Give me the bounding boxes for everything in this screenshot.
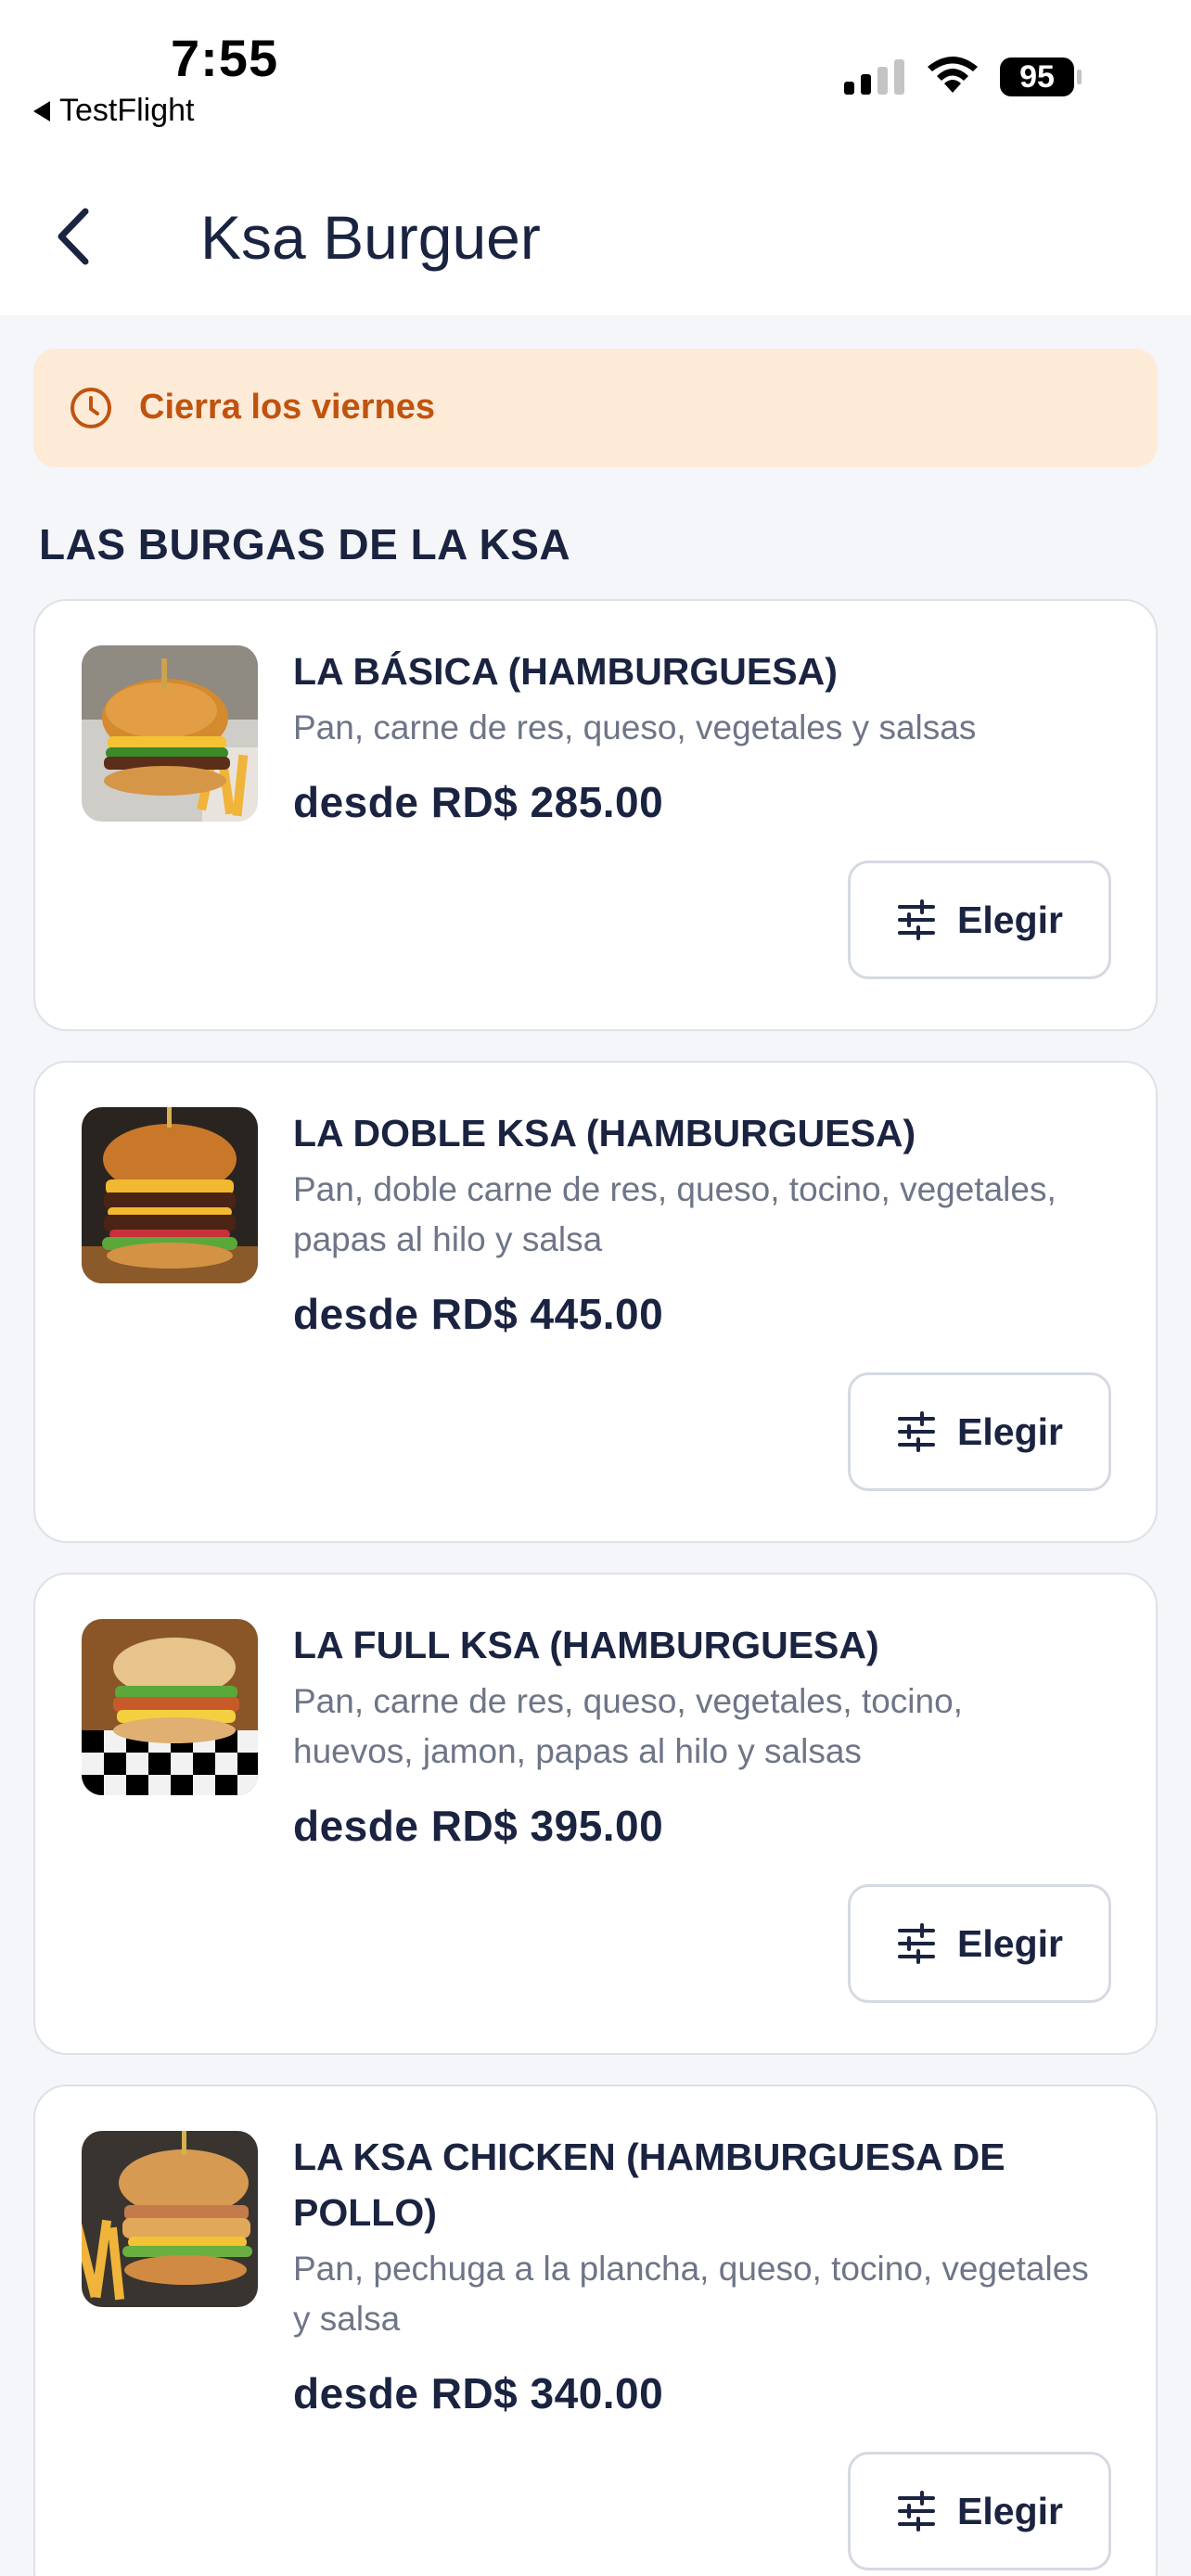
- product-price: desde RD$ 340.00: [293, 2369, 664, 2417]
- wifi-icon: [928, 57, 978, 93]
- product-card[interactable]: LA DOBLE KSA (HAMBURGUESA) Pan, doble ca…: [33, 1061, 1158, 1543]
- back-chevron-icon[interactable]: [45, 204, 104, 269]
- product-description: Pan, pechuga a la plancha, queso, tocino…: [293, 2250, 1089, 2338]
- product-image: [82, 2131, 258, 2307]
- product-description: Pan, carne de res, queso, vegetales, toc…: [293, 1682, 963, 1770]
- tune-settings-icon: [898, 1923, 936, 1964]
- product-name: LA FULL KSA (HAMBURGUESA): [293, 1624, 879, 1666]
- product-name: LA KSA CHICKEN (HAMBURGUESA DE POLLO): [293, 2136, 1005, 2234]
- product-card[interactable]: LA KSA CHICKEN (HAMBURGUESA DE POLLO) Pa…: [33, 2085, 1158, 2576]
- back-app-label: TestFlight: [59, 93, 195, 128]
- choose-button[interactable]: Elegir: [848, 861, 1111, 979]
- product-price: desde RD$ 445.00: [293, 1290, 664, 1338]
- product-price: desde RD$ 395.00: [293, 1802, 664, 1850]
- back-triangle-icon: [33, 100, 50, 121]
- hours-notice-banner: Cierra los viernes: [33, 349, 1158, 467]
- battery-indicator: 95: [1000, 56, 1083, 98]
- clock-icon: [70, 388, 111, 428]
- battery-level: 95: [1019, 59, 1055, 95]
- choose-button-label: Elegir: [957, 1409, 1063, 1453]
- tune-settings-icon: [898, 2491, 936, 2531]
- choose-button[interactable]: Elegir: [848, 2452, 1111, 2570]
- product-image: [82, 1619, 258, 1795]
- choose-button[interactable]: Elegir: [848, 1884, 1111, 2003]
- product-image: [82, 645, 258, 822]
- choose-button-label: Elegir: [957, 1921, 1063, 1965]
- product-description: Pan, carne de res, queso, vegetales y sa…: [293, 708, 977, 746]
- back-to-app-link[interactable]: TestFlight: [33, 93, 195, 129]
- page-title: Ksa Burguer: [200, 203, 541, 272]
- product-image: [82, 1107, 258, 1283]
- notice-text: Cierra los viernes: [139, 388, 435, 427]
- product-card[interactable]: LA FULL KSA (HAMBURGUESA) Pan, carne de …: [33, 1573, 1158, 2055]
- choose-button-label: Elegir: [957, 2489, 1063, 2532]
- tune-settings-icon: [898, 899, 936, 940]
- choose-button[interactable]: Elegir: [848, 1372, 1111, 1491]
- product-card[interactable]: LA BÁSICA (HAMBURGUESA) Pan, carne de re…: [33, 599, 1158, 1031]
- tune-settings-icon: [898, 1411, 936, 1452]
- cellular-signal-icon: [844, 59, 904, 95]
- status-time: 7:55: [171, 29, 279, 87]
- product-name: LA DOBLE KSA (HAMBURGUESA): [293, 1112, 916, 1154]
- product-price: desde RD$ 285.00: [293, 778, 664, 826]
- section-title: LAS BURGAS DE LA KSA: [39, 520, 571, 568]
- choose-button-label: Elegir: [957, 898, 1063, 941]
- product-name: LA BÁSICA (HAMBURGUESA): [293, 650, 838, 693]
- product-description: Pan, doble carne de res, queso, tocino, …: [293, 1170, 1057, 1258]
- status-bar: 7:55 TestFlight 95: [0, 0, 1191, 139]
- nav-header: Ksa Burguer: [0, 139, 1191, 315]
